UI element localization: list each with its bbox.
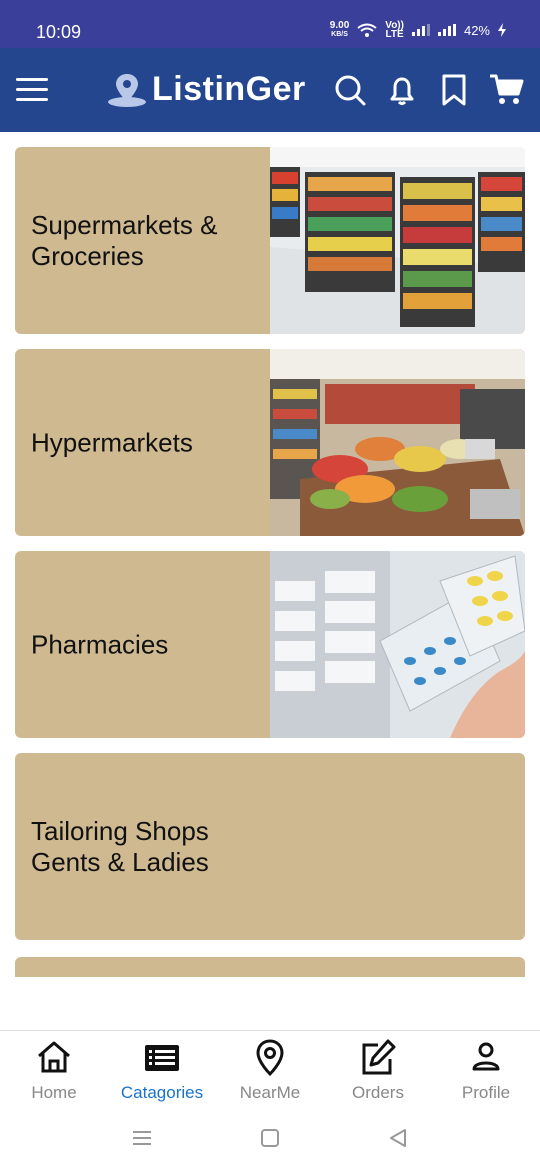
volte-indicator: Vo)) LTE	[385, 21, 404, 40]
home-icon	[38, 1041, 70, 1073]
logo-text: ListinGer	[152, 70, 306, 108]
charging-icon	[498, 23, 506, 37]
signal-icon-2	[437, 24, 456, 36]
category-label-line1: Hypermarkets	[31, 427, 193, 457]
status-indicators: 9.00 KB/S Vo)) LTE 42%	[330, 18, 506, 42]
network-speed-unit: KB/S	[331, 31, 348, 38]
network-speed-value: 9.00	[329, 20, 350, 31]
nav-orders[interactable]: Orders	[324, 1031, 432, 1111]
signal-icon-1	[411, 24, 430, 36]
category-card-hypermarkets[interactable]: Hypermarkets	[15, 349, 525, 536]
category-label: Hypermarkets	[31, 427, 261, 458]
nav-label-orders: Orders	[352, 1083, 404, 1102]
list-icon	[145, 1045, 179, 1071]
bottom-nav: Home Catagories NearMe Orders Profile	[0, 1030, 540, 1111]
nav-profile[interactable]: Profile	[432, 1031, 540, 1111]
bookmark-icon[interactable]	[436, 72, 472, 108]
recent-apps-icon[interactable]	[130, 1126, 154, 1150]
back-icon[interactable]	[386, 1126, 410, 1150]
nav-label-profile: Profile	[461, 1083, 511, 1102]
category-list: Supermarkets & Groceries Hypermarkets Ph…	[15, 147, 525, 955]
person-icon	[472, 1042, 500, 1071]
category-label-line2: Gents & Ladies	[31, 846, 209, 877]
location-pin-icon	[256, 1039, 284, 1077]
category-card-tailoring[interactable]: Tailoring Shops Gents & Ladies	[15, 753, 525, 940]
network-speed: 9.00 KB/S	[330, 21, 349, 39]
category-label: Tailoring Shops Gents & Ladies	[31, 816, 261, 878]
search-icon[interactable]	[332, 72, 368, 108]
app-logo[interactable]: ListinGer	[106, 70, 306, 109]
nav-categories[interactable]: Catagories	[108, 1031, 216, 1111]
category-label-line1: Tailoring Shops	[31, 815, 209, 846]
supermarket-shelves-image	[270, 147, 525, 334]
status-time: 10:09	[36, 22, 82, 42]
bell-icon[interactable]	[384, 72, 420, 108]
menu-icon[interactable]	[16, 78, 48, 102]
category-label-line1: Supermarkets &	[31, 209, 218, 240]
category-card-supermarkets[interactable]: Supermarkets & Groceries	[15, 147, 525, 334]
category-card-next[interactable]	[15, 957, 525, 977]
category-label: Supermarkets & Groceries	[31, 210, 261, 272]
volte-bottom: LTE	[385, 29, 404, 40]
system-nav-bar	[0, 1110, 540, 1170]
nav-label-home: Home	[31, 1083, 77, 1102]
status-bar: 10:09 9.00 KB/S Vo)) LTE 42%	[0, 0, 540, 48]
nav-label-nearme: NearMe	[239, 1083, 301, 1102]
wifi-icon	[357, 23, 377, 37]
home-button-icon[interactable]	[258, 1126, 282, 1150]
category-label-line2: Groceries	[31, 240, 144, 271]
cart-icon[interactable]	[488, 72, 524, 108]
category-label-line1: Pharmacies	[31, 629, 169, 659]
category-label: Pharmacies	[31, 629, 261, 660]
pharmacy-pills-image	[270, 551, 525, 738]
hypermarket-produce-image	[270, 349, 525, 536]
nav-home[interactable]: Home	[0, 1031, 108, 1111]
app-bar: ListinGer	[0, 48, 540, 132]
edit-icon	[362, 1039, 396, 1075]
nav-label-categories: Catagories	[120, 1083, 204, 1102]
category-card-pharmacies[interactable]: Pharmacies	[15, 551, 525, 738]
location-pin-logo-icon	[108, 73, 146, 107]
battery-level: 42%	[463, 22, 490, 38]
nav-nearme[interactable]: NearMe	[216, 1031, 324, 1111]
